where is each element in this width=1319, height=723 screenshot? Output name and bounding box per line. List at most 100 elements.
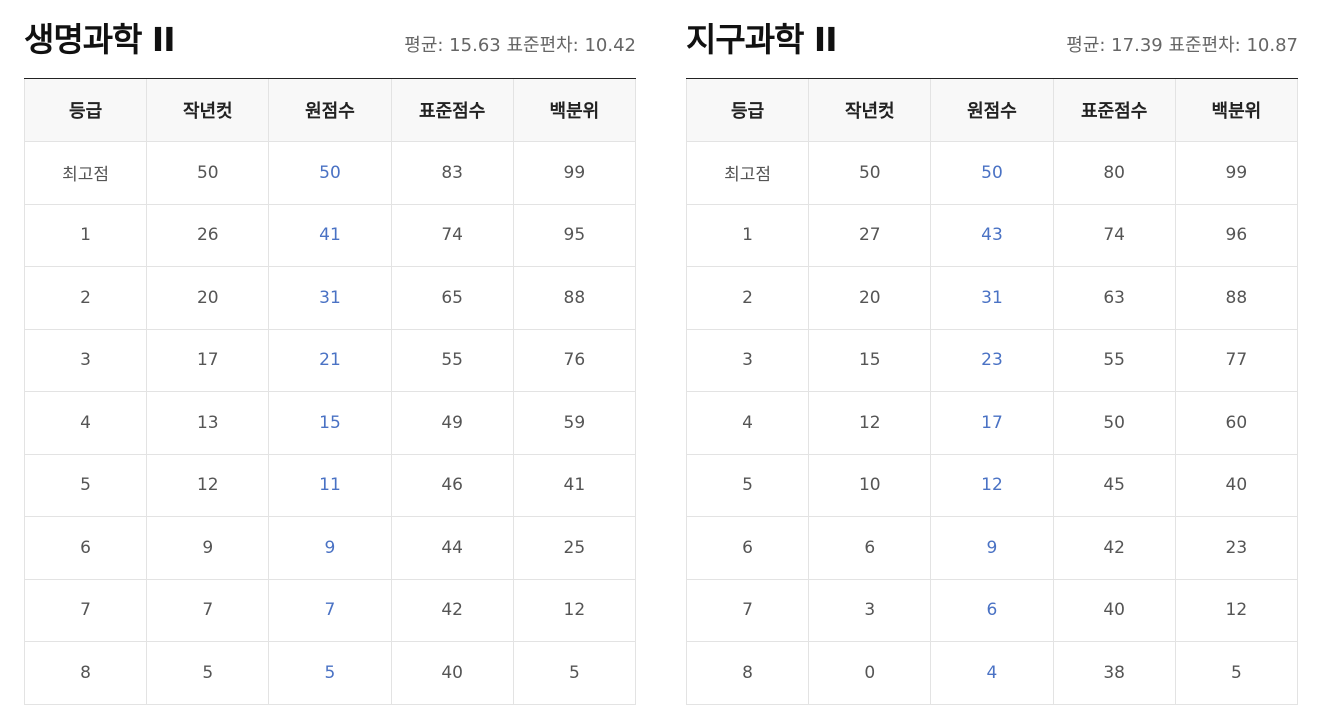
cell-raw-score: 50: [268, 141, 392, 205]
cell-raw-score: 21: [268, 328, 392, 392]
col-header-grade: 등급: [685, 79, 810, 142]
cell-raw-score: 11: [268, 453, 392, 517]
cell-standard-score: 50: [1052, 391, 1176, 455]
cell-grade: 6: [685, 516, 810, 580]
cell-percentile: 5: [512, 641, 637, 705]
cell-standard-score: 74: [390, 203, 514, 267]
cell-raw-score: 9: [268, 516, 392, 580]
panel-title: 생명과학 II: [24, 20, 175, 59]
cell-last-year-cut: 20: [808, 266, 932, 330]
table-row: 4 12 17 50 60: [685, 391, 1299, 455]
cell-grade: 6: [23, 516, 148, 580]
cell-last-year-cut: 12: [146, 453, 270, 517]
table-row: 2 20 31 65 88: [23, 266, 637, 330]
cell-standard-score: 65: [390, 266, 514, 330]
cell-percentile: 77: [1174, 328, 1299, 392]
cell-last-year-cut: 0: [808, 641, 932, 705]
table-row: 7 3 6 40 12: [685, 578, 1299, 642]
cell-raw-score: 43: [930, 203, 1054, 267]
cell-last-year-cut: 20: [146, 266, 270, 330]
cell-raw-score: 31: [930, 266, 1054, 330]
cell-grade: 1: [23, 203, 148, 267]
cell-raw-score: 31: [268, 266, 392, 330]
table-row: 5 12 11 46 41: [23, 453, 637, 517]
cell-raw-score: 23: [930, 328, 1054, 392]
cell-grade: 1: [685, 203, 810, 267]
table-row: 7 7 7 42 12: [23, 578, 637, 642]
cell-standard-score: 42: [1052, 516, 1176, 580]
table-row: 8 0 4 38 5: [685, 641, 1299, 705]
cell-last-year-cut: 3: [808, 578, 932, 642]
cell-percentile: 12: [512, 578, 637, 642]
cell-percentile: 25: [512, 516, 637, 580]
table-row: 최고점 50 50 80 99: [685, 141, 1299, 205]
cell-raw-score: 6: [930, 578, 1054, 642]
cell-raw-score: 7: [268, 578, 392, 642]
cell-raw-score: 41: [268, 203, 392, 267]
cell-grade: 7: [23, 578, 148, 642]
cell-grade: 5: [23, 453, 148, 517]
cell-standard-score: 45: [1052, 453, 1176, 517]
cell-grade: 4: [685, 391, 810, 455]
cell-standard-score: 44: [390, 516, 514, 580]
table-row: 6 6 9 42 23: [685, 516, 1299, 580]
cell-percentile: 23: [1174, 516, 1299, 580]
cell-grade: 8: [685, 641, 810, 705]
cell-percentile: 76: [512, 328, 637, 392]
cell-grade: 3: [23, 328, 148, 392]
table-row: 4 13 15 49 59: [23, 391, 637, 455]
panel-stats: 평균: 17.39 표준편차: 10.87: [1066, 35, 1298, 56]
grade-table: 등급 작년컷 원점수 표준점수 백분위 최고점 50 50 80 99 1 27 43 74 96…: [685, 79, 1299, 705]
table-row: 1 26 41 74 95: [23, 203, 637, 267]
cell-percentile: 99: [512, 141, 637, 205]
cell-percentile: 40: [1174, 453, 1299, 517]
cell-standard-score: 46: [390, 453, 514, 517]
cell-standard-score: 38: [1052, 641, 1176, 705]
cell-percentile: 60: [1174, 391, 1299, 455]
col-header-raw-score: 원점수: [930, 79, 1054, 142]
cell-percentile: 41: [512, 453, 637, 517]
col-header-standard-score: 표준점수: [1052, 79, 1176, 142]
col-header-grade: 등급: [23, 79, 148, 142]
grade-table: 등급 작년컷 원점수 표준점수 백분위 최고점 50 50 83 99 1 26 41 74 95…: [23, 79, 637, 705]
cell-raw-score: 9: [930, 516, 1054, 580]
cell-last-year-cut: 15: [808, 328, 932, 392]
col-header-last-year-cut: 작년컷: [146, 79, 270, 142]
cell-last-year-cut: 6: [808, 516, 932, 580]
panel-header: 지구과학 II 평균: 17.39 표준편차: 10.87: [686, 0, 1298, 79]
cell-standard-score: 74: [1052, 203, 1176, 267]
cell-last-year-cut: 5: [146, 641, 270, 705]
table-header-row: 등급 작년컷 원점수 표준점수 백분위: [685, 79, 1299, 142]
table-row: 5 10 12 45 40: [685, 453, 1299, 517]
cell-raw-score: 4: [930, 641, 1054, 705]
cell-standard-score: 80: [1052, 141, 1176, 205]
cell-standard-score: 40: [1052, 578, 1176, 642]
cell-raw-score: 17: [930, 391, 1054, 455]
cell-raw-score: 15: [268, 391, 392, 455]
table-row: 1 27 43 74 96: [685, 203, 1299, 267]
panel-earth-science-2: 지구과학 II 평균: 17.39 표준편차: 10.87 등급 작년컷 원점수…: [685, 0, 1299, 705]
col-header-standard-score: 표준점수: [390, 79, 514, 142]
cell-raw-score: 5: [268, 641, 392, 705]
cell-grade: 최고점: [23, 141, 148, 205]
table-row: 3 15 23 55 77: [685, 328, 1299, 392]
cell-last-year-cut: 50: [808, 141, 932, 205]
cell-standard-score: 83: [390, 141, 514, 205]
panel-stats: 평균: 15.63 표준편차: 10.42: [404, 35, 636, 56]
cell-grade: 2: [23, 266, 148, 330]
cell-percentile: 99: [1174, 141, 1299, 205]
cell-percentile: 12: [1174, 578, 1299, 642]
cell-grade: 3: [685, 328, 810, 392]
col-header-raw-score: 원점수: [268, 79, 392, 142]
cell-standard-score: 42: [390, 578, 514, 642]
cell-percentile: 88: [1174, 266, 1299, 330]
cell-last-year-cut: 7: [146, 578, 270, 642]
cell-grade: 4: [23, 391, 148, 455]
panel-header: 생명과학 II 평균: 15.63 표준편차: 10.42: [24, 0, 636, 79]
cell-standard-score: 40: [390, 641, 514, 705]
cell-last-year-cut: 13: [146, 391, 270, 455]
table-row: 최고점 50 50 83 99: [23, 141, 637, 205]
table-row: 2 20 31 63 88: [685, 266, 1299, 330]
cell-last-year-cut: 50: [146, 141, 270, 205]
panel-life-science-2: 생명과학 II 평균: 15.63 표준편차: 10.42 등급 작년컷 원점수…: [23, 0, 637, 705]
